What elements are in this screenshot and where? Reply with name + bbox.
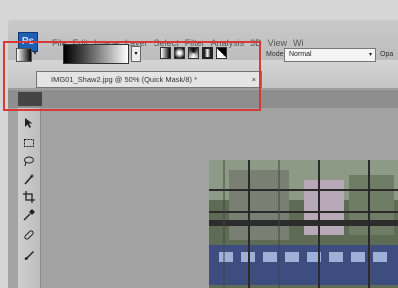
crop-icon[interactable] (23, 190, 35, 203)
gradient-editor-swatch[interactable] (63, 44, 129, 64)
magic-wand-icon[interactable] (23, 172, 35, 185)
linear-gradient-button[interactable] (160, 47, 171, 59)
brush-icon[interactable] (23, 248, 35, 260)
lasso-icon[interactable] (23, 154, 35, 167)
panel-handle[interactable] (18, 92, 42, 106)
menu-window[interactable]: Wi (293, 38, 310, 48)
mode-value: Normal (289, 51, 312, 58)
document-image (209, 160, 398, 288)
healing-brush-icon[interactable] (23, 228, 35, 240)
eyedropper-icon[interactable] (23, 208, 35, 221)
reflected-gradient-button[interactable] (202, 47, 213, 59)
tool-preset-picker[interactable] (16, 48, 32, 62)
marquee-icon[interactable] (23, 136, 35, 148)
menu-3d[interactable]: 3D (250, 38, 268, 48)
menu-view[interactable]: View (268, 38, 293, 48)
opacity-label: Opa (380, 51, 394, 58)
chevron-down-icon[interactable]: ▾ (33, 48, 37, 57)
document-tab[interactable]: IMG01_Shaw2.jpg @ 50% (Quick Mask/8) * × (36, 71, 262, 88)
move-icon[interactable] (23, 116, 35, 128)
angle-gradient-button[interactable] (188, 47, 199, 59)
chevron-down-icon: ▾ (368, 52, 372, 58)
gradient-type-buttons (160, 47, 227, 59)
document-tab-title: IMG01_Shaw2.jpg @ 50% (Quick Mask/8) * (51, 75, 198, 84)
mode-select[interactable]: Normal ▾ (284, 48, 376, 62)
gradient-picker-dropdown[interactable]: ▾ (131, 46, 141, 62)
close-icon[interactable]: × (252, 72, 256, 87)
radial-gradient-button[interactable] (174, 47, 185, 59)
document-tab-strip (8, 90, 398, 108)
diamond-gradient-button[interactable] (216, 47, 227, 59)
tools-panel (18, 108, 41, 288)
mode-label: Mode: (266, 51, 286, 58)
